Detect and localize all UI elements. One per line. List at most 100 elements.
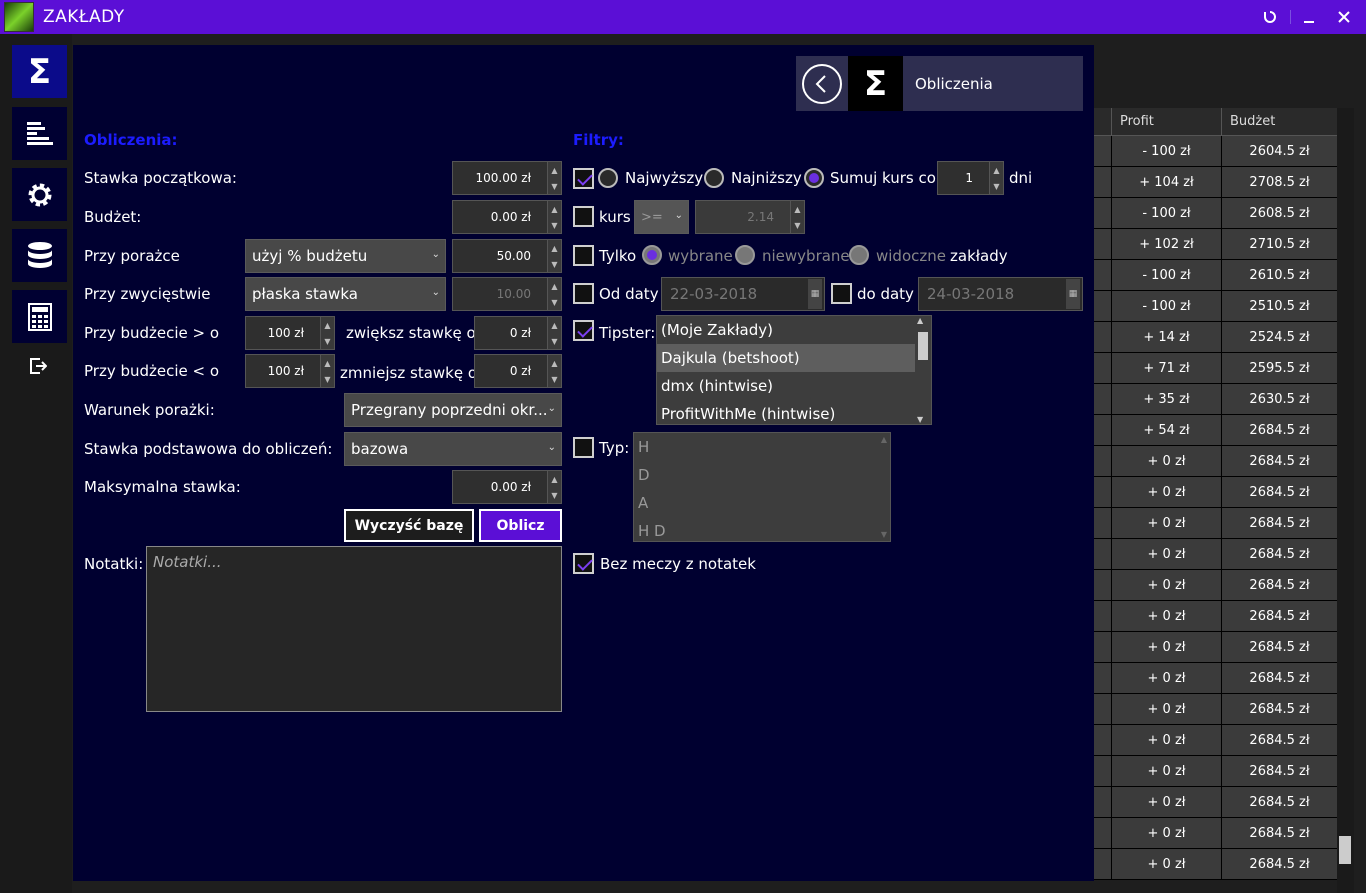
scrollbar-thumb[interactable] (1339, 836, 1351, 864)
tipster-checkbox[interactable] (573, 320, 594, 341)
najnizszy-radio[interactable] (704, 168, 724, 188)
chevron-down-icon: ⌄ (547, 442, 556, 453)
table-row[interactable]: + 0 zł 2684.5 zł (1094, 446, 1338, 477)
nav-database-button[interactable] (12, 229, 67, 282)
budzet-spinner[interactable]: ▲ ▼ (547, 201, 561, 233)
typ-list-item: D (638, 466, 650, 484)
table-row[interactable]: + 35 zł 2630.5 zł (1094, 384, 1338, 415)
kurs-operator-select: >= ⌄ (634, 200, 689, 234)
zwyciestwo-select[interactable]: płaska stawka ⌄ (245, 277, 446, 311)
extreme-checkbox[interactable] (573, 168, 594, 189)
porazka-spinner[interactable]: ▲ ▼ (547, 240, 561, 272)
sumuj-radio[interactable] (804, 168, 824, 188)
budzet-input[interactable]: 0.00 zł ▲ ▼ (452, 200, 562, 234)
porazka-select[interactable]: użyj % budżetu ⌄ (245, 239, 446, 273)
kurs-checkbox[interactable] (573, 206, 594, 227)
table-row[interactable]: + 0 zł 2684.5 zł (1094, 477, 1338, 508)
table-row[interactable]: - 100 zł 2510.5 zł (1094, 291, 1338, 322)
typ-label: Typ: (599, 439, 630, 457)
zwieksz-input[interactable]: 0 zł ▲ ▼ (474, 316, 562, 350)
notes-textarea[interactable]: Notatki... (146, 546, 562, 712)
budzet-lt-input[interactable]: 100 zł ▲ ▼ (245, 354, 335, 388)
profit-cell: + 0 zł (1112, 539, 1222, 569)
profit-cell: + 14 zł (1112, 322, 1222, 352)
stawka-input[interactable]: 100.00 zł ▲ ▼ (452, 161, 562, 195)
close-button[interactable] (1327, 0, 1361, 34)
profit-cell: + 0 zł (1112, 477, 1222, 507)
typ-list: HDAH D ▲ ▼ (633, 432, 891, 542)
table-row[interactable]: + 0 zł 2684.5 zł (1094, 632, 1338, 663)
calculate-button[interactable]: Oblicz (479, 509, 562, 542)
stawka-spinner[interactable]: ▲ ▼ (547, 162, 561, 194)
profit-cell: + 102 zł (1112, 229, 1222, 259)
profit-cell: + 35 zł (1112, 384, 1222, 414)
table-row[interactable]: + 0 zł 2684.5 zł (1094, 663, 1338, 694)
tylko-checkbox[interactable] (573, 245, 594, 266)
table-row[interactable]: + 0 zł 2684.5 zł (1094, 601, 1338, 632)
table-row[interactable]: + 0 zł 2684.5 zł (1094, 570, 1338, 601)
table-row[interactable]: + 102 zł 2710.5 zł (1094, 229, 1338, 260)
zmniejsz-input[interactable]: 0 zł ▲ ▼ (474, 354, 562, 388)
table-row[interactable]: + 0 zł 2684.5 zł (1094, 849, 1338, 880)
tipster-list-item[interactable]: (Moje Zakłady) (657, 316, 915, 344)
tipster-list-item[interactable]: Dajkula (betshoot) (657, 344, 915, 372)
warunek-select[interactable]: Przegrany poprzedni okr... ⌄ (344, 393, 562, 427)
budzet-cell: 2684.5 zł (1222, 539, 1338, 569)
typ-checkbox[interactable] (573, 437, 594, 458)
max-input[interactable]: 0.00 zł ▲ ▼ (452, 470, 562, 504)
budzet-cell: 2710.5 zł (1222, 229, 1338, 259)
profit-cell: + 0 zł (1112, 694, 1222, 724)
chevron-down-icon: ⌄ (674, 210, 683, 221)
tipster-list-item[interactable]: dmx (hintwise) (657, 372, 915, 400)
porazka-input[interactable]: 50.00 ▲ ▼ (452, 239, 562, 273)
najwyzszy-radio[interactable] (598, 168, 618, 188)
budzet-cell: 2608.5 zł (1222, 198, 1338, 228)
logout-icon[interactable] (29, 357, 48, 379)
table-row[interactable]: + 0 zł 2684.5 zł (1094, 787, 1338, 818)
table-row[interactable]: + 0 zł 2684.5 zł (1094, 508, 1338, 539)
table-row[interactable]: - 100 zł 2608.5 zł (1094, 198, 1338, 229)
tipster-scrollbar[interactable]: ▲ ▼ (915, 316, 931, 424)
stawka-label: Stawka początkowa: (84, 169, 237, 187)
table-row[interactable]: + 0 zł 2684.5 zł (1094, 756, 1338, 787)
budzet-cell: 2684.5 zł (1222, 446, 1338, 476)
nav-stats-button[interactable] (12, 107, 67, 160)
do-daty-checkbox[interactable] (831, 283, 852, 304)
bez-meczy-checkbox[interactable] (573, 553, 594, 574)
table-row[interactable]: + 0 zł 2684.5 zł (1094, 539, 1338, 570)
back-button[interactable] (796, 56, 848, 111)
table-row[interactable]: + 0 zł 2684.5 zł (1094, 725, 1338, 756)
table-row[interactable]: - 100 zł 2604.5 zł (1094, 136, 1338, 167)
table-row[interactable]: + 54 zł 2684.5 zł (1094, 415, 1338, 446)
tipster-list[interactable]: (Moje Zakłady) Dajkula (betshoot) dmx (hin… (656, 315, 932, 425)
nav-sigma-button[interactable]: Σ (12, 45, 67, 98)
table-row[interactable]: + 71 zł 2595.5 zł (1094, 353, 1338, 384)
tylko-label: Tylko (599, 247, 637, 265)
budzet-gt-input[interactable]: 100 zł ▲ ▼ (245, 316, 335, 350)
grid-scrollbar[interactable] (1337, 108, 1354, 893)
podstawowa-select[interactable]: bazowa ⌄ (344, 432, 562, 466)
clear-database-button[interactable]: Wyczyść bazę (344, 509, 474, 542)
zwieksz-label: zwiększ stawkę o (346, 324, 476, 342)
sigma-icon: Σ (848, 56, 903, 111)
minimize-button[interactable] (1292, 0, 1326, 34)
tipster-list-item[interactable]: ProfitWithMe (hintwise) (657, 400, 915, 424)
table-row[interactable]: + 14 zł 2524.5 zł (1094, 322, 1338, 353)
table-row[interactable]: + 0 zł 2684.5 zł (1094, 694, 1338, 725)
zaklady-label: zakłady (950, 247, 1008, 265)
gear-icon (28, 183, 51, 206)
days-input[interactable]: 1 ▲ ▼ (937, 161, 1004, 195)
profit-cell: + 0 zł (1112, 756, 1222, 786)
profit-cell: + 0 zł (1112, 787, 1222, 817)
table-row[interactable]: + 0 zł 2684.5 zł (1094, 818, 1338, 849)
column-header-profit[interactable]: Profit (1112, 108, 1222, 135)
refresh-icon[interactable] (1253, 0, 1287, 34)
table-row[interactable]: + 104 zł 2708.5 zł (1094, 167, 1338, 198)
zmniejsz-label: zmniejsz stawkę o (340, 364, 478, 382)
od-daty-checkbox[interactable] (573, 283, 594, 304)
nav-calculator-button[interactable] (12, 290, 67, 343)
table-row[interactable]: - 100 zł 2610.5 zł (1094, 260, 1338, 291)
nav-settings-button[interactable] (12, 168, 67, 221)
najwyzszy-label: Najwyższy (625, 169, 704, 187)
column-header-budzet[interactable]: Budżet (1222, 108, 1338, 135)
